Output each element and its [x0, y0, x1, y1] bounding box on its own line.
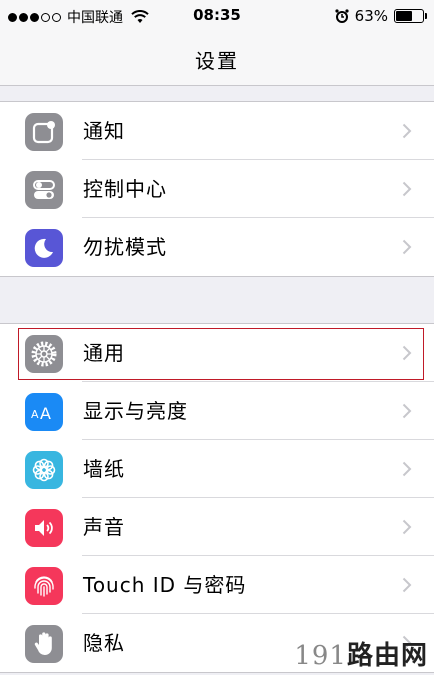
control-center-icon — [25, 171, 63, 209]
chevron-right-icon — [402, 345, 412, 361]
display-brightness-icon: A A — [25, 393, 63, 431]
settings-row-display-brightness[interactable]: A A 显示与亮度 — [0, 382, 434, 440]
status-bar: 中国联通 08:35 63% — [0, 0, 434, 34]
chevron-right-icon — [402, 461, 412, 477]
watermark-number: 191 — [294, 641, 347, 671]
settings-group-2: 通用 A A 显示与亮度 墙纸 声音 Touch ID 与密码 隐私 — [0, 323, 434, 673]
battery-fill — [396, 11, 413, 21]
settings-row-label: Touch ID 与密码 — [83, 573, 247, 597]
settings-row-touch-id-passcode[interactable]: Touch ID 与密码 — [0, 556, 434, 614]
moon-icon — [25, 229, 63, 267]
hand-icon — [25, 625, 63, 663]
svg-text:A: A — [40, 404, 51, 422]
watermark: 191路由网 — [294, 635, 428, 672]
watermark-text: 路由网 — [346, 641, 428, 671]
fingerprint-icon — [25, 567, 63, 605]
speaker-icon — [25, 509, 63, 547]
gear-icon — [25, 335, 63, 373]
chevron-right-icon — [402, 403, 412, 419]
settings-row-label: 隐私 — [83, 631, 125, 655]
settings-group-1: 通知 控制中心 勿扰模式 — [0, 101, 434, 277]
settings-row-label: 通知 — [83, 119, 125, 143]
settings-row-label: 控制中心 — [83, 177, 167, 201]
nav-bar: 设置 — [0, 34, 434, 86]
battery-icon — [394, 9, 427, 23]
settings-row-do-not-disturb[interactable]: 勿扰模式 — [0, 218, 434, 276]
status-right: 63% — [335, 7, 427, 25]
settings-row-wallpaper[interactable]: 墙纸 — [0, 440, 434, 498]
settings-row-sounds[interactable]: 声音 — [0, 498, 434, 556]
settings-row-label: 通用 — [83, 341, 125, 365]
settings-row-general[interactable]: 通用 — [0, 324, 434, 382]
battery-percent: 63% — [354, 7, 388, 25]
svg-text:A: A — [31, 408, 39, 421]
chevron-right-icon — [402, 181, 412, 197]
settings-row-label: 勿扰模式 — [83, 235, 167, 259]
alarm-clock-icon — [335, 9, 349, 23]
wallpaper-icon — [25, 451, 63, 489]
settings-row-label: 声音 — [83, 515, 125, 539]
notifications-icon — [25, 113, 63, 151]
settings-row-notifications[interactable]: 通知 — [0, 102, 434, 160]
settings-row-control-center[interactable]: 控制中心 — [0, 160, 434, 218]
chevron-right-icon — [402, 123, 412, 139]
settings-row-label: 显示与亮度 — [83, 399, 188, 423]
chevron-right-icon — [402, 239, 412, 255]
chevron-right-icon — [402, 519, 412, 535]
settings-row-label: 墙纸 — [83, 457, 125, 481]
chevron-right-icon — [402, 577, 412, 593]
page-title: 设置 — [195, 49, 239, 73]
